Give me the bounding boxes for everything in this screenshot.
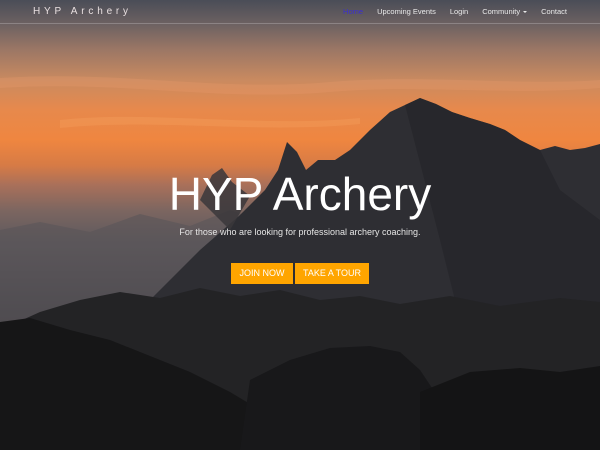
nav-contact[interactable]: Contact (541, 7, 567, 16)
cta-buttons: JOIN NOW TAKE A TOUR (231, 263, 369, 284)
mountain-background-image (0, 76, 600, 450)
join-now-button[interactable]: JOIN NOW (231, 263, 293, 284)
chevron-down-icon (523, 11, 528, 14)
nav-links: Home Upcoming Events Login Community Con… (343, 7, 567, 16)
nav-community-dropdown[interactable]: Community (482, 7, 528, 16)
nav-community-label: Community (482, 7, 521, 16)
take-a-tour-button[interactable]: TAKE A TOUR (295, 263, 369, 284)
nav-upcoming-events[interactable]: Upcoming Events (377, 7, 436, 16)
hero-section: HYP Archery Home Upcoming Events Login C… (0, 0, 600, 450)
hero-tagline: For those who are looking for profession… (179, 227, 421, 237)
hero-title: HYP Archery (168, 168, 432, 220)
nav-login[interactable]: Login (450, 7, 468, 16)
nav-home[interactable]: Home (343, 7, 363, 16)
brand-logo[interactable]: HYP Archery (33, 6, 132, 17)
top-navbar: HYP Archery Home Upcoming Events Login C… (0, 0, 600, 24)
